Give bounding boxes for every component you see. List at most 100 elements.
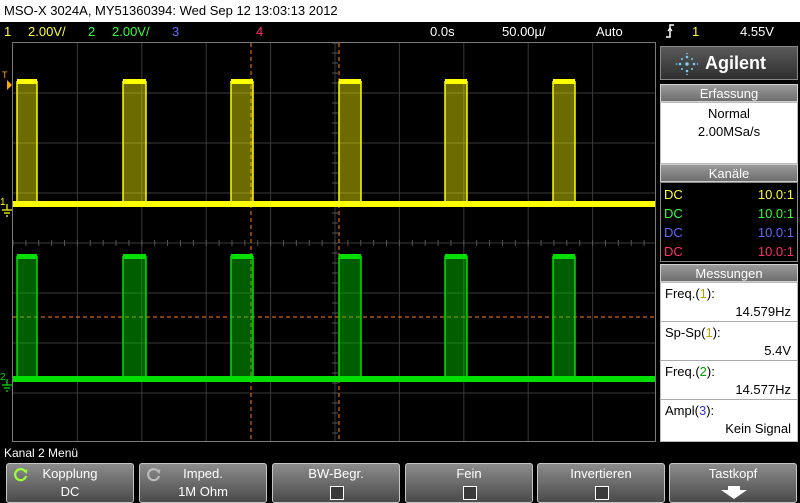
ch2-trace-pulse — [17, 256, 37, 379]
trigger-source[interactable]: 1 — [692, 22, 699, 42]
measurement-divider — [661, 399, 797, 400]
rotate-knob-icon — [147, 468, 161, 482]
channel-probe-ratio: 10.0:1 — [757, 244, 794, 259]
measurements-panel[interactable]: Freq.(1): 14.579Hz Sp-Sp(1): 5.4V Freq.(2): 1… — [660, 282, 798, 442]
measurement-channel: 1 — [699, 286, 707, 301]
channel-probe-ratio: 10.0:1 — [757, 225, 794, 240]
ch2-trace-pulse — [339, 256, 361, 379]
checkbox-icon — [595, 486, 609, 500]
softkey-4[interactable]: Fein — [405, 463, 533, 503]
measurement-name: Freq.( — [665, 364, 700, 379]
rotate-knob-icon — [14, 468, 28, 482]
channel-row[interactable]: DC 10.0:1 — [661, 242, 797, 261]
ch1-trace-pulse-top — [17, 79, 37, 84]
measurement-name-close: ): — [706, 364, 715, 379]
ch1-trace-pulse — [339, 81, 361, 204]
agilent-spark-icon — [675, 52, 699, 76]
channels-panel[interactable]: DC 10.0:1 DC 10.0:1 DC 10.0:1 DC 10.0:1 — [660, 182, 798, 262]
acquisition-mode: Normal — [708, 106, 750, 121]
ch1-number[interactable]: 1 — [4, 22, 11, 42]
ch1-trace-pulse-top — [553, 79, 575, 84]
measurement-name-close: ): — [706, 286, 715, 301]
measurement-label: Ampl(3): — [665, 403, 714, 419]
ch2-trace-baseline — [13, 376, 655, 382]
ch2-trace-pulse-top — [553, 254, 575, 259]
ground-icon — [2, 379, 12, 392]
measurement-name-close: ): — [706, 403, 715, 418]
trigger-edge-icon — [664, 22, 676, 46]
softkey-value: DC — [60, 484, 80, 499]
channel-row[interactable]: DC 10.0:1 — [661, 185, 797, 204]
window-title: MSO-X 3024A, MY51360394: Wed Sep 12 13:0… — [0, 0, 800, 22]
checkbox-icon — [330, 486, 344, 500]
ch2-trace-pulse — [123, 256, 146, 379]
brand-name: Agilent — [705, 53, 766, 73]
measurement-divider — [661, 360, 797, 361]
softkey-label: Invertieren — [570, 466, 632, 481]
measurements-header: Messungen — [660, 264, 798, 282]
measurement-name: Freq.( — [665, 286, 700, 301]
ch1-trace-pulse-top — [123, 79, 146, 84]
sample-rate: 2.00MSa/s — [697, 124, 761, 139]
ch4-number[interactable]: 4 — [256, 22, 263, 42]
softkey-5[interactable]: Invertieren — [537, 463, 665, 503]
ch1-trace-pulse — [445, 81, 467, 204]
measurement-label: Freq.(1): — [665, 286, 715, 302]
softkey-label: BW-Begr. — [308, 466, 364, 481]
ch2-trace-pulse-top — [339, 254, 361, 259]
measurement-value: 14.579Hz — [735, 304, 791, 319]
ch1-trace-pulse-top — [445, 79, 467, 84]
trigger-mode[interactable]: Auto — [596, 22, 623, 42]
ch2-trace-pulse-top — [17, 254, 37, 259]
measurement-divider — [661, 321, 797, 322]
trigger-marker-label: T — [2, 70, 8, 80]
channel-markers: T 1 2 — [0, 42, 14, 442]
ch1-trace-pulse — [123, 81, 146, 204]
trigger-level[interactable]: 4.55V — [740, 22, 774, 42]
ch2-scale[interactable]: 2.00V/ — [112, 22, 150, 42]
ch1-trace-pulse — [231, 81, 253, 204]
ch2-trace-pulse-top — [123, 254, 146, 259]
measurement-value: 5.4V — [764, 343, 791, 358]
status-bar: 1 2.00V/ 2 2.00V/ 3 4 0.0s 50.00µ/ Auto … — [0, 22, 800, 42]
channel-coupling: DC — [664, 225, 683, 240]
ch2-trace-pulse-top — [445, 254, 467, 259]
ch1-trace-pulse-top — [339, 79, 361, 84]
waveform-graticule — [13, 43, 655, 441]
ch3-number[interactable]: 3 — [172, 22, 179, 42]
time-delay[interactable]: 0.0s — [430, 22, 455, 42]
ch2-trace-pulse — [445, 256, 467, 379]
waveform-display[interactable] — [12, 42, 656, 442]
softkey-2[interactable]: Imped. 1M Ohm — [139, 463, 267, 503]
measurement-channel: 1 — [705, 325, 713, 340]
menu-title: Kanal 2 Menü — [4, 446, 79, 460]
channel-row[interactable]: DC 10.0:1 — [661, 204, 797, 223]
softkey-value: 1M Ohm — [178, 484, 228, 499]
ch2-trace-pulse — [553, 256, 575, 379]
channel-coupling: DC — [664, 244, 683, 259]
measurement-channel: 2 — [699, 364, 707, 379]
softkey-6[interactable]: Tastkopf — [669, 463, 797, 503]
arrow-down-icon — [721, 486, 747, 499]
time-scale[interactable]: 50.00µ/ — [502, 22, 546, 42]
measurement-label: Sp-Sp(1): — [665, 325, 721, 341]
ch1-trace-pulse — [553, 81, 575, 204]
softkey-label: Tastkopf — [708, 466, 758, 481]
channel-coupling: DC — [664, 206, 683, 221]
channel-row[interactable]: DC 10.0:1 — [661, 223, 797, 242]
softkey-1[interactable]: Kopplung DC — [6, 463, 134, 503]
ch1-trace-pulse — [17, 81, 37, 204]
softkey-label: Fein — [456, 466, 482, 481]
ch2-number[interactable]: 2 — [88, 22, 95, 42]
ch1-scale[interactable]: 2.00V/ — [28, 22, 66, 42]
measurement-name-close: ): — [712, 325, 721, 340]
channel-coupling: DC — [664, 187, 683, 202]
channel-probe-ratio: 10.0:1 — [757, 206, 794, 221]
channel-probe-ratio: 10.0:1 — [757, 187, 794, 202]
ch2-trace-pulse — [231, 256, 253, 379]
checkbox-icon — [463, 486, 477, 500]
measurement-value: Kein Signal — [725, 421, 791, 436]
softkey-3[interactable]: BW-Begr. — [272, 463, 400, 503]
ch2-trace-pulse-top — [231, 254, 253, 259]
acquisition-panel[interactable]: Normal 2.00MSa/s — [660, 102, 798, 164]
